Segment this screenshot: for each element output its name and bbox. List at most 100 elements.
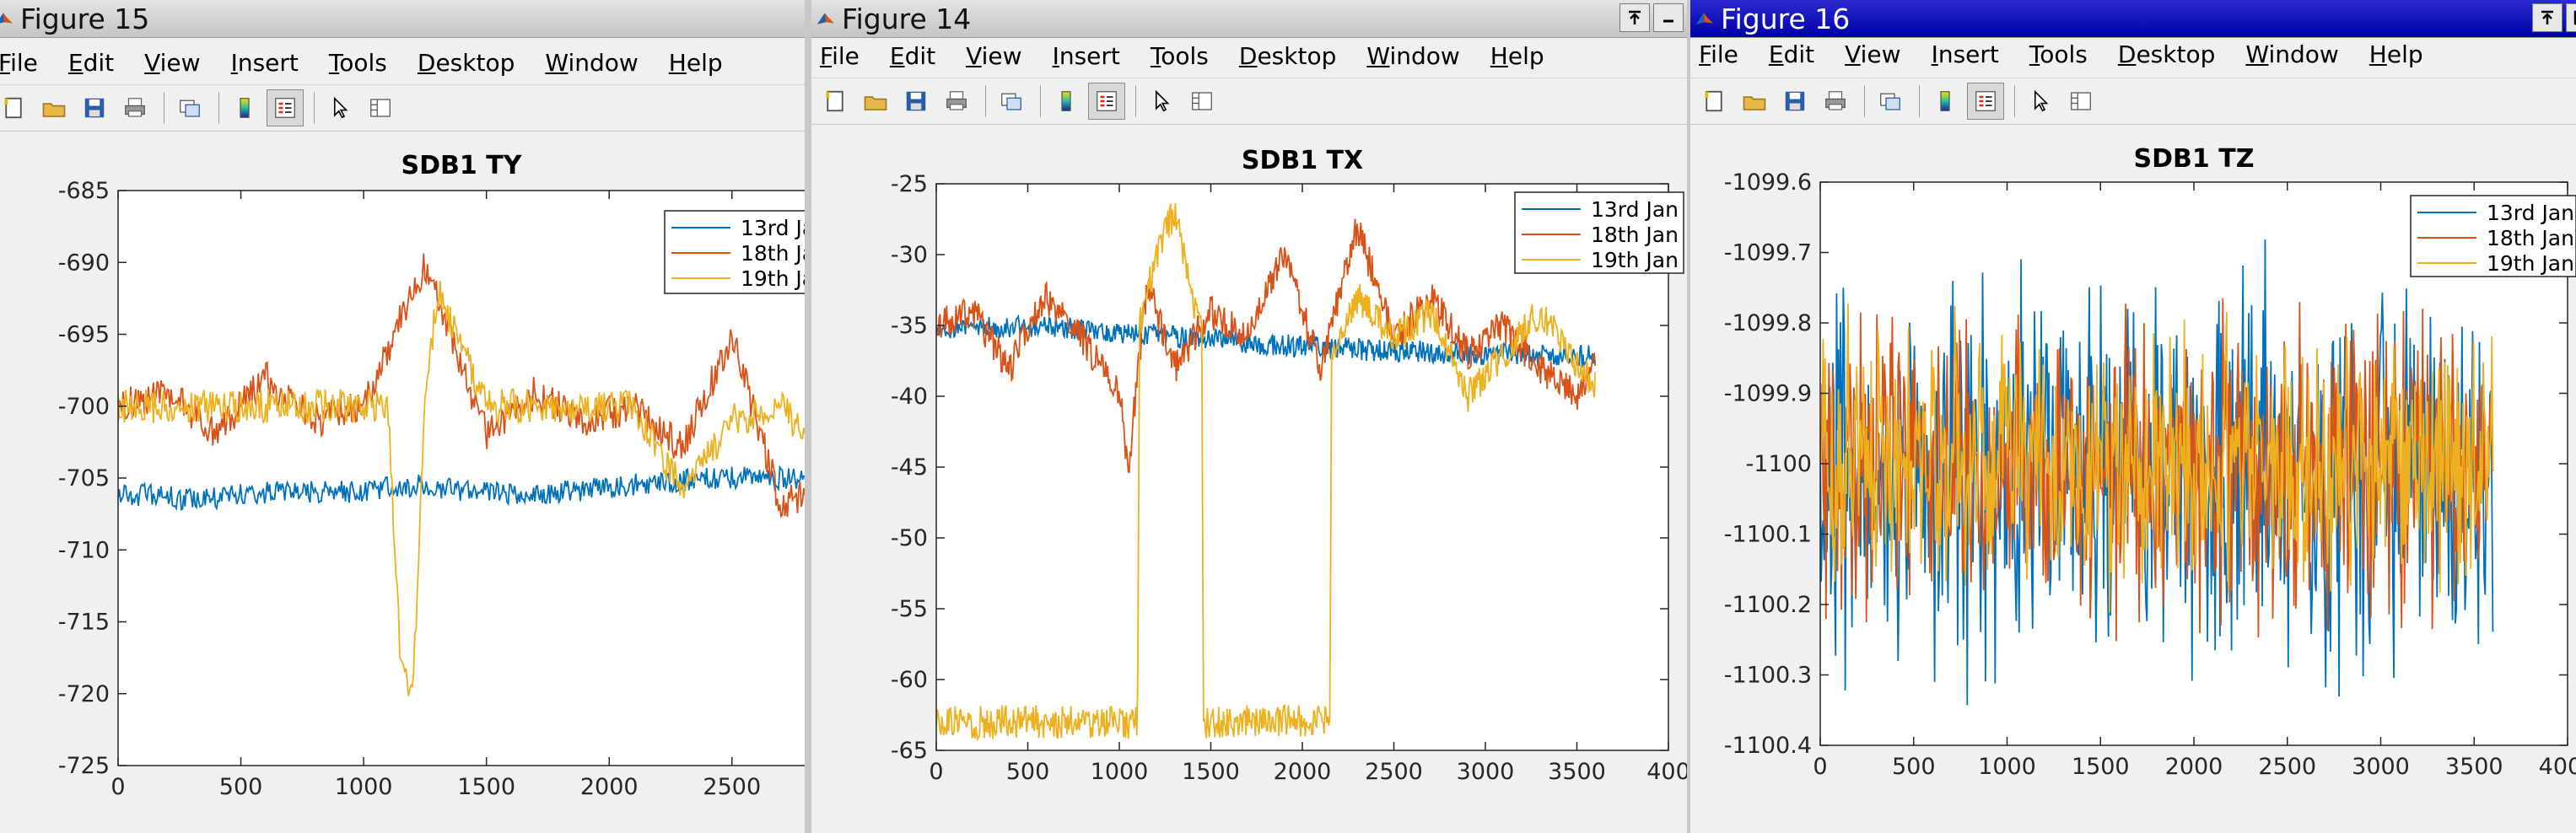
- menu-mnemonic: T: [2029, 40, 2040, 68]
- menu-tools[interactable]: Tools: [1151, 42, 1209, 70]
- x-tick-label: 1000: [1978, 754, 2036, 780]
- menu-desktop[interactable]: Desktop: [1239, 42, 1336, 70]
- dock-arrow-icon: [2541, 10, 2553, 24]
- menu-insert[interactable]: Insert: [1932, 40, 1999, 68]
- maximize-button[interactable]: [2566, 3, 2576, 32]
- x-tick-label: 0: [929, 759, 943, 785]
- menu-window[interactable]: Window: [1366, 42, 1459, 70]
- menu-help[interactable]: Help: [1490, 42, 1544, 70]
- property-editor-button[interactable]: [2062, 83, 2099, 120]
- figure-16-window[interactable]: Figure 16 File Edit View Insert Tools Desktop…: [1690, 0, 2576, 833]
- x-tick-label: 1500: [2072, 754, 2130, 780]
- save-button[interactable]: [897, 83, 935, 120]
- menu-insert[interactable]: Insert: [231, 49, 299, 77]
- minimize-button[interactable]: [1653, 3, 1684, 32]
- menu-help[interactable]: Help: [669, 49, 723, 77]
- x-tick-label: 2000: [580, 774, 639, 800]
- pointer-button[interactable]: [1143, 83, 1180, 120]
- menu-tools[interactable]: Tools: [329, 49, 387, 77]
- figure-15-window[interactable]: Figure 15 File Edit View Insert Tools Desktop…: [0, 0, 805, 833]
- legend-label: 18th Ja: [741, 241, 805, 266]
- dock-button[interactable]: [1619, 3, 1650, 32]
- menu-tools[interactable]: Tools: [2029, 40, 2088, 68]
- dock-button[interactable]: [2532, 3, 2563, 32]
- print-button[interactable]: [1817, 83, 1854, 120]
- toolbar-separator: [985, 85, 986, 117]
- link-plot-button[interactable]: [1872, 83, 1909, 120]
- menu-mnemonic: V: [1845, 40, 1861, 68]
- matlab-icon: [1696, 13, 1713, 24]
- open-file-button[interactable]: [35, 89, 73, 126]
- window-title: Figure 16: [1721, 2, 1851, 35]
- menu-view[interactable]: View: [144, 49, 200, 77]
- colorbar-icon: [1940, 91, 1950, 111]
- x-tick-label: 0: [1813, 754, 1827, 780]
- menu-mnemonic: V: [144, 48, 160, 77]
- new-figure-button[interactable]: [1695, 83, 1733, 120]
- property-editor-icon: [370, 99, 391, 117]
- print-button[interactable]: [938, 83, 975, 120]
- legend-button[interactable]: [1967, 83, 2004, 120]
- property-editor-button[interactable]: [362, 89, 399, 126]
- x-tick-label: 3000: [1457, 759, 1515, 785]
- legend-icon: [1975, 91, 1996, 111]
- pointer-button[interactable]: [321, 89, 358, 126]
- chart-title: SDB1 TX: [1242, 146, 1363, 175]
- menu-window[interactable]: Window: [2245, 40, 2338, 68]
- menu-file[interactable]: File: [1699, 40, 1738, 68]
- chart-title: SDB1 TY: [401, 151, 523, 180]
- open-file-button[interactable]: [857, 83, 894, 120]
- menu-view[interactable]: View: [966, 42, 1021, 70]
- title-bar[interactable]: Figure 14: [811, 0, 1687, 38]
- y-tick-label: -1099.8: [1724, 310, 1812, 336]
- title-bar[interactable]: Figure 16: [1690, 0, 2576, 38]
- new-figure-icon: [1705, 90, 1722, 112]
- colorbar-button[interactable]: [226, 89, 263, 126]
- pointer-button[interactable]: [2022, 83, 2059, 120]
- y-tick-label: -40: [891, 384, 928, 410]
- menu-desktop[interactable]: Desktop: [2118, 40, 2215, 68]
- window-controls: [1619, 3, 1684, 32]
- menu-edit[interactable]: Edit: [890, 42, 935, 70]
- legend[interactable]: 13rd Jan18th Jan19th Jan: [2410, 195, 2576, 277]
- print-button[interactable]: [116, 89, 154, 126]
- link-plot-button[interactable]: [993, 83, 1030, 120]
- menu-label: nsert: [1937, 40, 1999, 68]
- legend-button[interactable]: [1088, 83, 1125, 120]
- menu-window[interactable]: Window: [545, 49, 638, 77]
- menu-file[interactable]: File: [0, 49, 38, 77]
- open-file-button[interactable]: [1736, 83, 1773, 120]
- new-figure-button[interactable]: [0, 89, 32, 126]
- colorbar-button[interactable]: [1048, 83, 1085, 120]
- menu-view[interactable]: View: [1845, 40, 1900, 68]
- menu-label: iew: [981, 41, 1022, 70]
- legend[interactable]: 13rd Ja18th Ja19th Ja: [664, 210, 805, 294]
- x-tick-label: 500: [1006, 759, 1050, 785]
- menu-edit[interactable]: Edit: [1769, 40, 1814, 68]
- menu-edit[interactable]: Edit: [68, 49, 114, 77]
- menu-desktop[interactable]: Desktop: [418, 49, 515, 77]
- y-tick-label: -1099.9: [1724, 381, 1812, 407]
- menu-label: elp: [686, 48, 723, 77]
- save-button[interactable]: [76, 89, 113, 126]
- y-tick-label: -1100: [1746, 451, 1812, 477]
- legend[interactable]: 13rd Jan18th Jan19th Jan: [1514, 191, 1684, 274]
- colorbar-button[interactable]: [1927, 83, 1964, 120]
- legend-button[interactable]: [267, 89, 304, 126]
- property-editor-button[interactable]: [1183, 83, 1221, 120]
- link-plot-button[interactable]: [171, 89, 208, 126]
- save-button[interactable]: [1776, 83, 1813, 120]
- y-tick-label: -685: [58, 178, 110, 204]
- new-figure-button[interactable]: [816, 83, 854, 120]
- menu-help[interactable]: Help: [2369, 40, 2423, 68]
- legend-label: 13rd Jan: [2487, 201, 2574, 225]
- figure-14-window[interactable]: Figure 14 File Edit View Insert Tools Desktop…: [811, 0, 1687, 833]
- menu-file[interactable]: File: [820, 42, 860, 70]
- title-bar[interactable]: Figure 15: [0, 0, 805, 38]
- legend-label: 18th Jan: [2487, 226, 2574, 250]
- chart-title: SDB1 TZ: [2134, 144, 2255, 174]
- menu-insert[interactable]: Insert: [1053, 42, 1120, 70]
- menu-label: dit: [904, 41, 936, 70]
- toolbar-separator: [1040, 85, 1041, 117]
- new-figure-icon: [826, 90, 843, 112]
